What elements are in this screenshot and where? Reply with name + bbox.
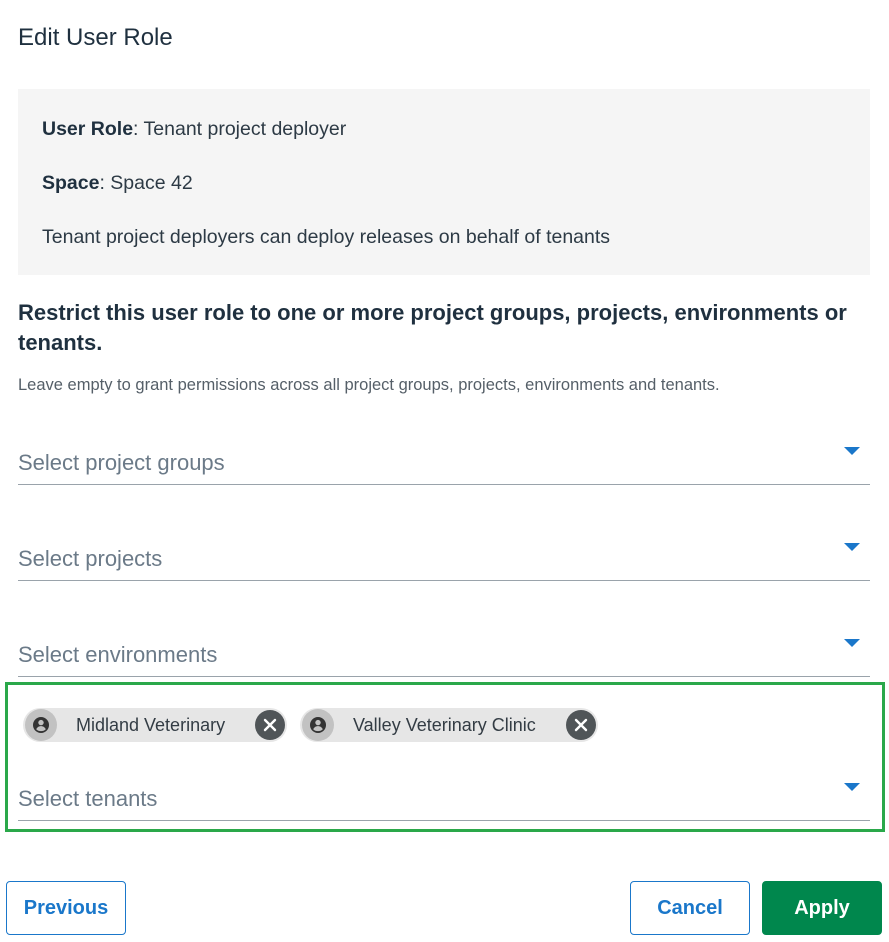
tenants-placeholder: Select tenants — [18, 786, 158, 811]
role-description: Tenant project deployers can deploy rele… — [42, 226, 611, 248]
remove-chip-icon[interactable] — [255, 710, 285, 740]
remove-chip-icon[interactable] — [566, 710, 596, 740]
projects-select[interactable]: Select projects — [18, 531, 870, 581]
environments-placeholder: Select environments — [18, 642, 218, 667]
tenants-select[interactable]: Select tenants — [18, 771, 870, 821]
user-role-value: : Tenant project deployer — [133, 118, 347, 140]
tenant-chip-label: Valley Veterinary Clinic — [353, 715, 536, 735]
project-groups-placeholder: Select project groups — [18, 450, 225, 475]
dialog-title: Edit User Role — [18, 24, 173, 51]
caret-down-icon[interactable] — [844, 447, 860, 455]
cancel-button[interactable]: Cancel — [630, 881, 750, 935]
role-info-panel: User Role: Tenant project deployer Space… — [18, 89, 870, 275]
previous-button[interactable]: Previous — [6, 881, 126, 935]
projects-placeholder: Select projects — [18, 546, 163, 571]
tenant-avatar-icon — [302, 709, 334, 741]
space-value: : Space 42 — [99, 172, 193, 194]
tenant-chip[interactable]: Valley Veterinary Clinic — [300, 708, 598, 742]
tenant-chip-label: Midland Veterinary — [76, 715, 226, 735]
space-line: Space: Space 42 — [42, 172, 193, 195]
caret-down-icon[interactable] — [844, 639, 860, 647]
tenant-avatar-icon — [25, 709, 57, 741]
environments-select[interactable]: Select environments — [18, 627, 870, 677]
restrict-help-text: Leave empty to grant permissions across … — [18, 376, 720, 394]
restrict-heading: Restrict this user role to one or more p… — [18, 300, 847, 355]
user-role-line: User Role: Tenant project deployer — [42, 118, 346, 141]
space-label: Space — [42, 172, 100, 194]
tenant-chip[interactable]: Midland Veterinary — [23, 708, 287, 742]
user-role-label: User Role — [42, 118, 134, 140]
apply-button[interactable]: Apply — [762, 881, 882, 935]
caret-down-icon[interactable] — [844, 543, 860, 551]
project-groups-select[interactable]: Select project groups — [18, 435, 870, 485]
caret-down-icon[interactable] — [844, 783, 860, 791]
